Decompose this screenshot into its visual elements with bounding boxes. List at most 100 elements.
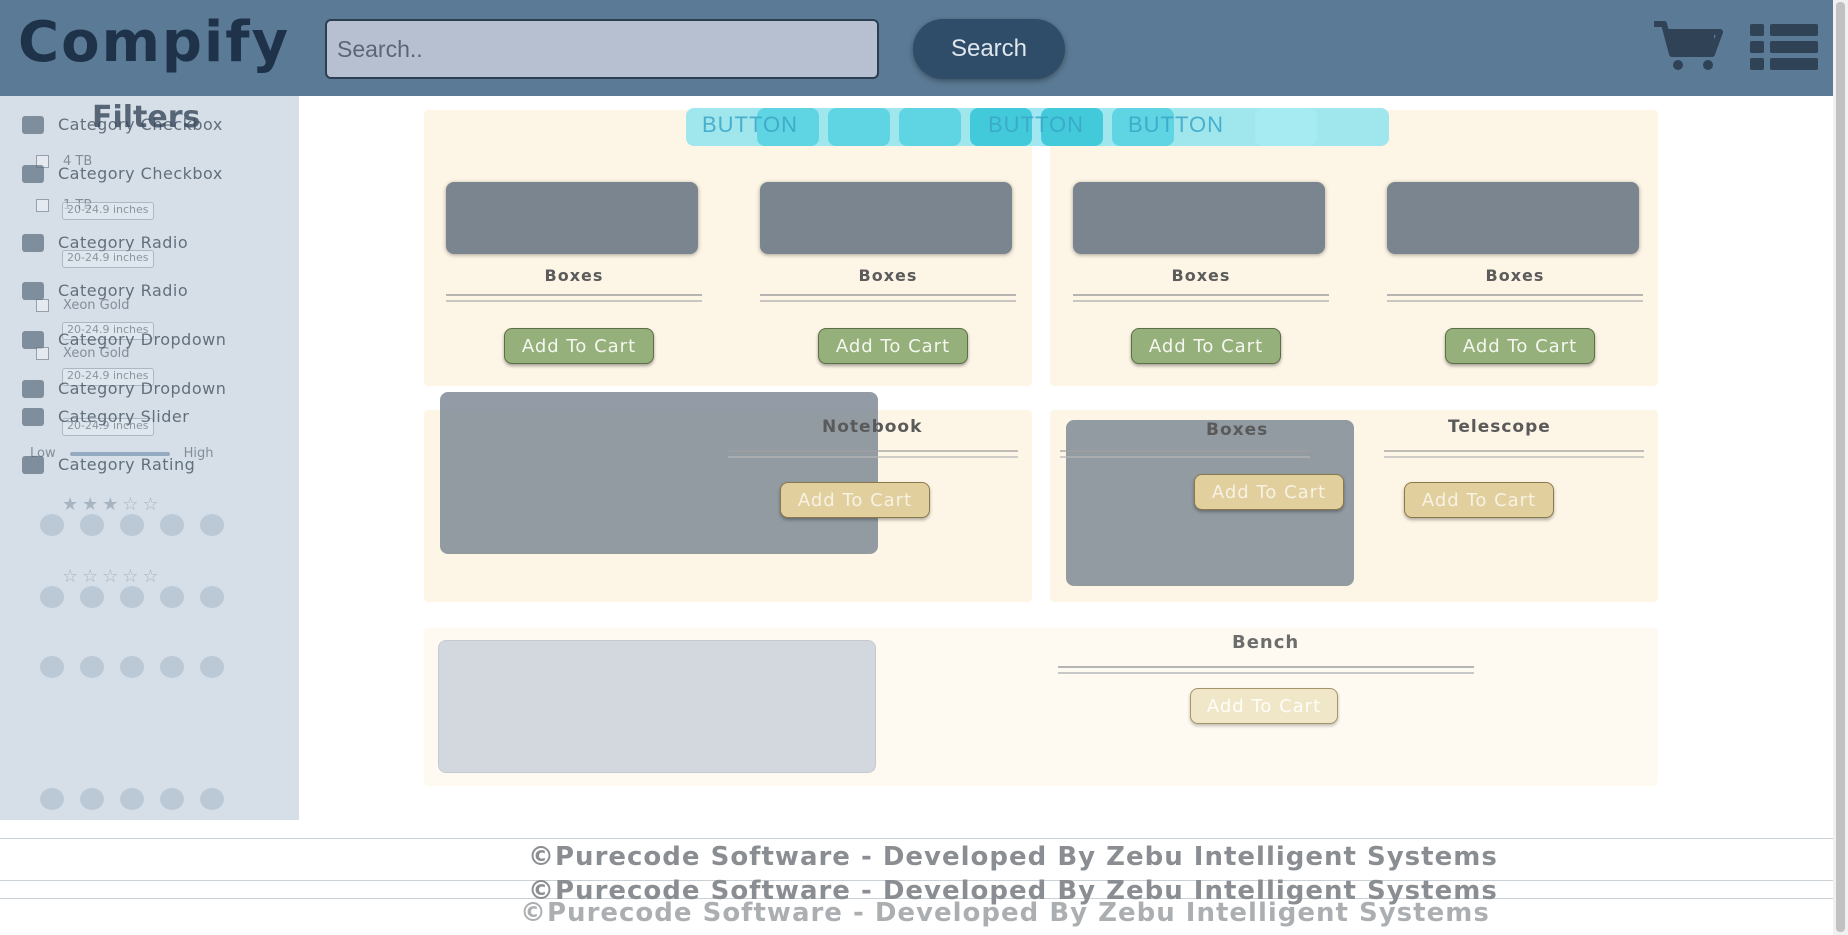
banner-button[interactable] [828, 108, 890, 146]
dropdown-select[interactable]: 20-24.9 inches [62, 250, 154, 268]
featured-description [1060, 450, 1310, 458]
social-icons-row [40, 656, 224, 678]
option-label: Xeon Gold [63, 298, 130, 313]
product-description [760, 294, 1016, 302]
linkedin-icon[interactable] [120, 788, 144, 810]
checkbox[interactable] [36, 199, 49, 212]
add-to-cart-button[interactable]: Add To Cart [1194, 474, 1344, 510]
product-description [1073, 294, 1329, 302]
category-icon [22, 455, 44, 474]
add-to-cart-button[interactable]: Add To Cart [1445, 328, 1595, 364]
product-image[interactable] [1073, 182, 1325, 254]
featured-title: Notebook [822, 417, 923, 437]
add-to-cart-button[interactable]: Add To Cart [1404, 482, 1554, 518]
behance-icon[interactable] [160, 788, 184, 810]
category-label: Category Slider [58, 407, 190, 426]
list-menu-icon[interactable] [1750, 24, 1818, 70]
product-image[interactable] [446, 182, 698, 254]
featured-description [728, 450, 1018, 458]
linkedin-icon[interactable] [120, 586, 144, 608]
scrollbar-thumb[interactable] [1836, 2, 1845, 932]
social-icons-row [40, 586, 224, 608]
facebook-icon[interactable] [40, 656, 64, 678]
product-card: Boxes Add To Cart [1073, 182, 1365, 364]
behance-icon[interactable] [160, 656, 184, 678]
twitter-icon[interactable] [80, 586, 104, 608]
social-icons-row [40, 514, 224, 536]
twitter-icon[interactable] [80, 656, 104, 678]
category-icon [22, 233, 44, 252]
category-icon [22, 164, 44, 183]
product-image[interactable] [1387, 182, 1639, 254]
footer-divider [0, 838, 1848, 839]
footer-copyright: ©Purecode Software - Developed By Zebu I… [520, 898, 1490, 928]
social-icons-row [40, 788, 224, 810]
filter-option[interactable]: Xeon Gold [36, 346, 130, 361]
option-label: Xeon Gold [63, 346, 130, 361]
dribbble-icon[interactable] [200, 514, 224, 536]
product-image[interactable] [760, 182, 1012, 254]
product-title: Bench [1232, 632, 1300, 653]
category-icon [22, 115, 44, 134]
filter-option[interactable]: Xeon Gold [36, 298, 130, 313]
radio[interactable] [36, 299, 49, 312]
footer-copyright: ©Purecode Software - Developed By Zebu I… [528, 842, 1498, 872]
category-dropdown[interactable]: Category Dropdown [22, 379, 226, 398]
banner-button-label: BUTTON [702, 112, 799, 137]
category-label: Category Checkbox [58, 164, 223, 183]
featured-title: Telescope [1448, 417, 1551, 437]
product-title: Boxes [1171, 266, 1231, 285]
add-to-cart-button[interactable]: Add To Cart [1131, 328, 1281, 364]
banner-button[interactable] [1255, 108, 1317, 146]
category-checkbox[interactable]: Category Checkbox [22, 164, 223, 183]
product-description [446, 294, 702, 302]
category-icon [22, 379, 44, 398]
header: Compify Search [0, 0, 1833, 96]
dribbble-icon[interactable] [200, 586, 224, 608]
search-button[interactable]: Search [913, 19, 1065, 79]
category-rating[interactable]: Category Rating [22, 455, 195, 474]
add-to-cart-button[interactable]: Add To Cart [780, 482, 930, 518]
linkedin-icon[interactable] [120, 514, 144, 536]
add-to-cart-button[interactable]: Add To Cart [504, 328, 654, 364]
product-title: Boxes [1485, 266, 1545, 285]
product-title: Boxes [858, 266, 918, 285]
category-label: Category Checkbox [58, 115, 223, 134]
category-label: Category Rating [58, 455, 196, 474]
add-to-cart-button[interactable]: Add To Cart [818, 328, 968, 364]
product-description [1387, 294, 1643, 302]
product-card: Boxes Add To Cart [446, 182, 738, 364]
product-card: Boxes Add To Cart [760, 182, 1052, 364]
search-input[interactable] [325, 19, 879, 79]
product-description [1058, 666, 1474, 674]
behance-icon[interactable] [160, 514, 184, 536]
twitter-icon[interactable] [80, 514, 104, 536]
category-slider[interactable]: Category Slider [22, 407, 189, 426]
dribbble-icon[interactable] [200, 788, 224, 810]
dribbble-icon[interactable] [200, 656, 224, 678]
featured-image[interactable] [440, 392, 878, 554]
category-checkbox[interactable]: Category Checkbox [22, 115, 223, 134]
product-image[interactable] [438, 640, 876, 773]
banner-button-label: BUTTON [988, 112, 1085, 137]
featured-title: Boxes [1206, 420, 1269, 440]
facebook-icon[interactable] [40, 514, 64, 536]
cart-icon[interactable] [1652, 20, 1724, 72]
twitter-icon[interactable] [80, 788, 104, 810]
facebook-icon[interactable] [40, 586, 64, 608]
product-card: Boxes Add To Cart [1387, 182, 1679, 364]
rating-stars[interactable]: ☆☆☆☆☆ [62, 566, 163, 587]
featured-description [1384, 450, 1644, 458]
logo[interactable]: Compify [18, 10, 290, 75]
banner-button[interactable] [899, 108, 961, 146]
add-to-cart-button[interactable]: Add To Cart [1190, 688, 1338, 724]
banner-button-label: BUTTON [1128, 112, 1225, 137]
category-icon [22, 407, 44, 426]
dropdown-select[interactable]: 20-24.9 inches [62, 202, 154, 220]
linkedin-icon[interactable] [120, 656, 144, 678]
facebook-icon[interactable] [40, 788, 64, 810]
category-icon [22, 281, 44, 300]
radio[interactable] [36, 347, 49, 360]
behance-icon[interactable] [160, 586, 184, 608]
rating-stars[interactable]: ★★★☆☆ [62, 494, 163, 515]
